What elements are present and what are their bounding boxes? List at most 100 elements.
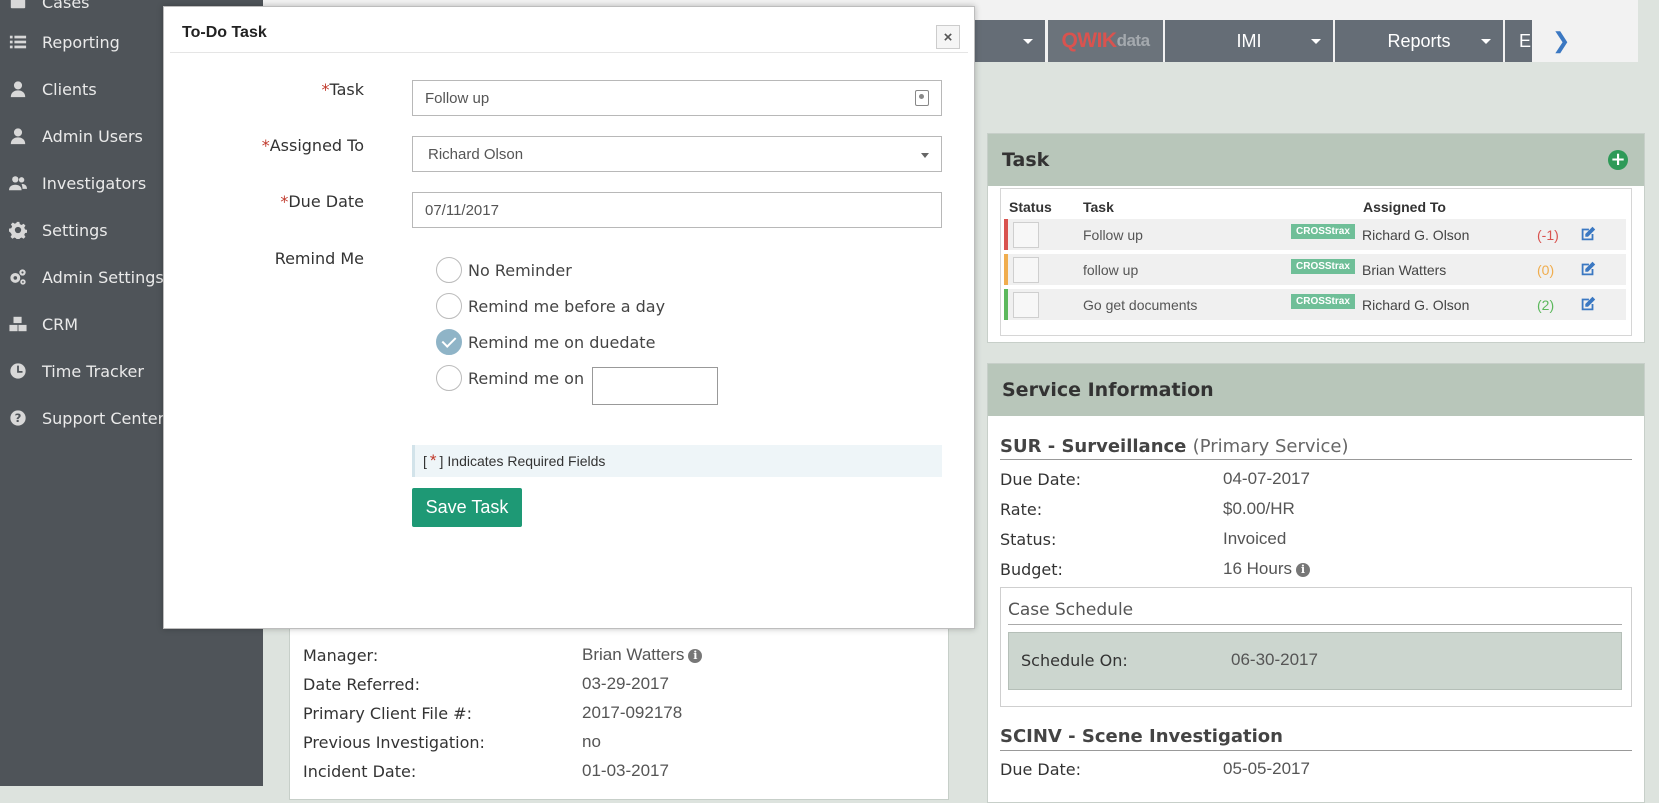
add-task-icon[interactable]: + <box>1608 150 1628 170</box>
service-info-panel: Service Information SUR - Surveillance (… <box>987 363 1645 803</box>
remind-me-label: Remind Me <box>274 249 364 268</box>
nav-more[interactable]: E <box>1505 20 1532 62</box>
status-checkbox[interactable] <box>1013 222 1039 248</box>
chevron-down-icon <box>1023 39 1033 44</box>
qwikdata-logo[interactable]: QWIK data <box>1048 20 1163 62</box>
sidebar-item-label: CRM <box>42 314 79 334</box>
assigned-to-label: *Assigned To <box>261 136 364 155</box>
edit-icon[interactable] <box>1579 225 1597 243</box>
due-date-label: *Due Date <box>280 192 364 211</box>
bracket-close: ] <box>439 453 444 469</box>
assigned-to-label-text: Assigned To <box>269 136 364 155</box>
task-input[interactable]: Follow up <box>412 80 942 116</box>
column-header-status: Status <box>1009 199 1052 215</box>
due-date-label-text: Due Date <box>288 192 364 211</box>
assigned-to-select[interactable]: Richard Olson <box>412 136 942 172</box>
remind-date-input[interactable] <box>592 367 718 405</box>
days-count: (0) <box>1537 262 1555 278</box>
sidebar-item-label: Admin Settings <box>42 267 164 287</box>
clock-icon <box>8 361 28 381</box>
schedule-on-value: 06-30-2017 <box>1231 650 1318 669</box>
table-row: Follow up CROSStrax Richard G. Olson (-1… <box>1004 219 1626 252</box>
schedule-on-label: Schedule On: <box>1021 651 1128 670</box>
nav-imi[interactable]: IMI <box>1165 20 1333 62</box>
due-date-value: 04-07-2017 <box>1223 469 1310 488</box>
nav-more-label: E <box>1519 30 1532 51</box>
radio-label: Remind me on duedate <box>468 332 656 352</box>
sidebar-item-label: Reporting <box>42 32 120 52</box>
task-panel: Task + Status Task Assigned To Follow up… <box>987 133 1645 343</box>
priority-bar <box>1004 254 1008 285</box>
assignee: Richard G. Olson <box>1362 297 1470 313</box>
divider <box>1000 750 1632 751</box>
radio-label: No Reminder <box>468 260 572 280</box>
info-icon[interactable]: i <box>688 649 703 664</box>
status-value: Invoiced <box>1223 529 1287 548</box>
info-icon[interactable]: i <box>1295 563 1310 578</box>
date-referred-value: 03-29-2017 <box>582 674 669 693</box>
service-code: SUR - Surveillance <box>1000 436 1187 457</box>
edit-icon[interactable] <box>1579 260 1597 278</box>
divider <box>1000 459 1632 460</box>
nav-reports[interactable]: Reports <box>1335 20 1503 62</box>
service-title-2: SCINV - Scene Investigation <box>1000 726 1283 747</box>
sidebar-item-label: Settings <box>42 220 108 240</box>
task-name[interactable]: Go get documents <box>1083 297 1197 313</box>
logo-text-data: data <box>1116 31 1150 50</box>
status-checkbox[interactable] <box>1013 257 1039 283</box>
nav-dropdown[interactable] <box>975 20 1045 62</box>
crosstrax-badge: CROSStrax <box>1291 259 1355 274</box>
nav-imi-label: IMI <box>1236 30 1262 51</box>
radio-button[interactable] <box>436 365 462 391</box>
cubes-icon <box>8 314 28 334</box>
priority-bar <box>1004 289 1008 320</box>
radio-button[interactable] <box>436 257 462 283</box>
task-table: Status Task Assigned To Follow up CROSSt… <box>1000 188 1632 336</box>
budget-text: 16 Hours <box>1223 559 1292 578</box>
save-task-button[interactable]: Save Task <box>412 488 522 527</box>
briefcase-icon <box>8 0 28 12</box>
manager-text: Brian Watters <box>582 645 685 664</box>
nav-next-button[interactable]: ❯ <box>1532 20 1638 62</box>
sidebar-item-label: Support Center <box>42 408 165 428</box>
close-icon: × <box>943 28 953 46</box>
schedule-row: Schedule On: 06-30-2017 <box>1008 632 1622 690</box>
close-button[interactable]: × <box>936 25 960 49</box>
radio-before-a-day[interactable]: Remind me before a day <box>436 293 665 319</box>
due-date-label-2: Due Date: <box>1000 760 1082 779</box>
assignee: Richard G. Olson <box>1362 227 1470 243</box>
sidebar-item-label: Investigators <box>42 173 147 193</box>
task-name[interactable]: Follow up <box>1083 227 1143 243</box>
contact-card-icon[interactable] <box>915 90 929 106</box>
sidebar-item-label: Admin Users <box>42 126 143 146</box>
rate-label: Rate: <box>1000 500 1043 519</box>
due-date-label: Due Date: <box>1000 470 1082 489</box>
status-label: Status: <box>1000 530 1057 549</box>
svg-text:?: ? <box>15 411 22 425</box>
task-name[interactable]: follow up <box>1083 262 1138 278</box>
question-icon: ? <box>8 408 28 428</box>
task-panel-title: Task <box>1002 149 1050 171</box>
service-info-header: Service Information <box>988 364 1644 416</box>
column-header-task: Task <box>1083 199 1114 215</box>
column-header-assigned: Assigned To <box>1363 199 1446 215</box>
radio-on-duedate[interactable]: Remind me on duedate <box>436 329 655 355</box>
incident-date-label: Incident Date: <box>303 762 417 781</box>
gear-icon <box>8 220 28 240</box>
radio-button-checked[interactable] <box>436 329 462 355</box>
table-row: follow up CROSStrax Brian Watters (0) <box>1004 254 1626 287</box>
edit-icon[interactable] <box>1579 295 1597 313</box>
status-checkbox[interactable] <box>1013 292 1039 318</box>
user-icon <box>8 79 28 99</box>
radio-button[interactable] <box>436 293 462 319</box>
case-schedule-title: Case Schedule <box>1008 600 1134 620</box>
radio-remind-on[interactable]: Remind me on <box>436 365 584 391</box>
required-star: * <box>429 451 437 470</box>
modal-header: To-Do Task × <box>170 13 968 53</box>
date-referred-label: Date Referred: <box>303 675 420 694</box>
radio-no-reminder[interactable]: No Reminder <box>436 257 572 283</box>
list-icon <box>8 32 28 52</box>
due-date-input[interactable]: 07/11/2017 <box>412 192 942 228</box>
radio-label: Remind me before a day <box>468 296 666 316</box>
service-info-title: Service Information <box>1002 379 1214 401</box>
